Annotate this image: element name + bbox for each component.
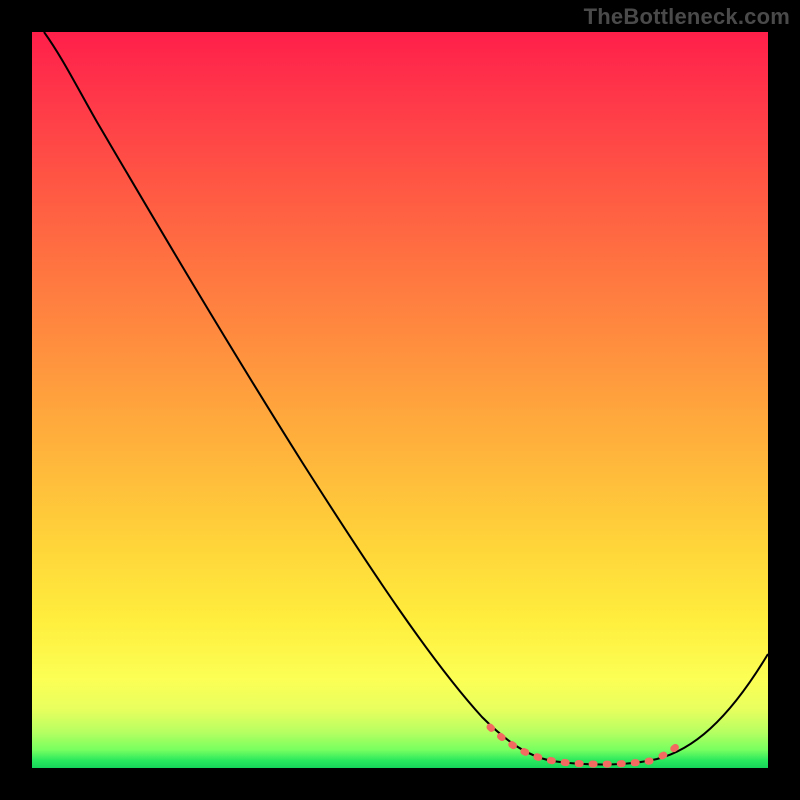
curve-svg: [32, 32, 768, 768]
watermark-text: TheBottleneck.com: [584, 4, 790, 30]
plot-area: [32, 32, 768, 768]
bottleneck-curve: [44, 32, 768, 765]
chart-frame: TheBottleneck.com: [0, 0, 800, 800]
optimal-range-indicator-left: [490, 727, 650, 764]
